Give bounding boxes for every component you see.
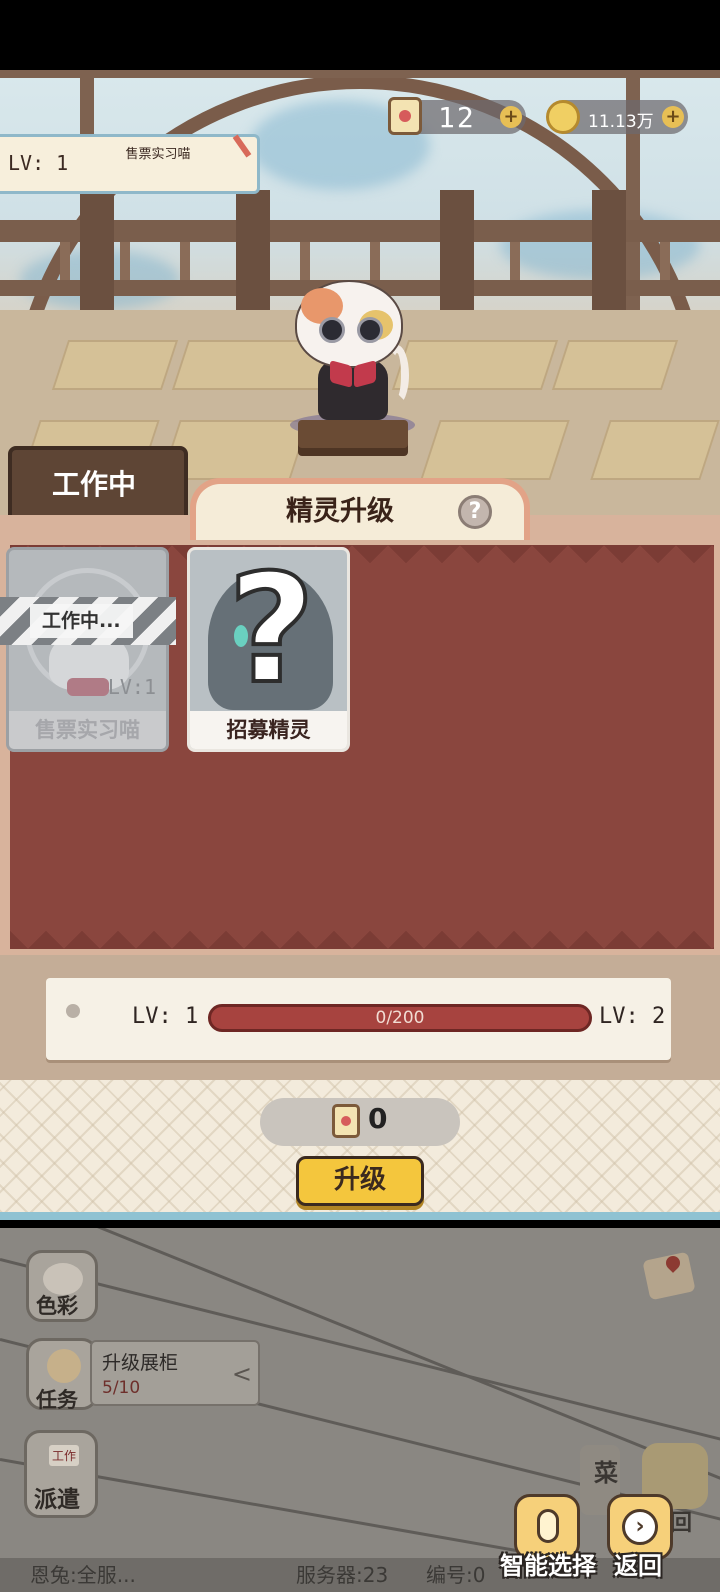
bow-tie [330,363,376,385]
exp-progress-bar: 0/200 [208,1004,592,1032]
chevron-left-icon[interactable]: < [232,1360,252,1388]
card-name: 售票实习喵 [9,711,166,749]
pedestal [298,420,408,448]
menu-label[interactable]: 菜 [594,1453,618,1488]
ticket-count: 12 [438,101,476,134]
add-tickets-button[interactable]: + [500,106,522,128]
task-title: 升级展柜 [102,1352,179,1374]
exp-progress-text: 0/200 [375,1008,425,1028]
working-status-label: 工作中... [30,604,133,638]
pointer-hand-icon [537,1509,559,1543]
level-progress-card: LV: 1 0/200 LV: 2 [46,978,671,1060]
recruit-spirit-card[interactable]: ? 招募精灵 [187,547,350,752]
working-status-ribbon: 工作中... [0,597,176,645]
upgrade-cost: 0 [260,1098,460,1146]
chat-preview[interactable]: 恩兔:全服... [30,1558,136,1592]
coin-count: 11.13万 [588,112,654,132]
task-bird-icon [47,1349,81,1383]
arrow-right-icon: › [622,1509,658,1545]
character-level: LV: 1 [8,151,69,175]
back-label-partial[interactable]: 回 [670,1505,692,1537]
card-level: LV:1 [107,675,156,699]
color-label: 色彩 [36,1294,78,1318]
question-mark-icon: ? [226,547,317,717]
status-bar [0,0,720,70]
spirit-card-cat[interactable]: LV:1 售票实习喵 [6,547,169,752]
ticket-counter: 12 + [388,97,526,135]
ticket-icon [332,1104,360,1138]
tab-working[interactable]: 工作中 [8,446,188,526]
tasks-label: 任务 [36,1388,78,1412]
upgrade-button[interactable]: 升级 [296,1156,424,1206]
current-level: LV: 1 [132,1004,199,1029]
ticket-icon [388,97,422,135]
server-info: 服务器:23 [296,1563,389,1587]
next-level: LV: 2 [599,1004,666,1029]
return-label: 返回 [614,1552,662,1580]
character-level-banner: LV: 1 售票实习喵 [0,134,260,194]
cost-value: 0 [368,1102,388,1135]
coin-counter: 11.13万 + [546,100,688,134]
task-card[interactable]: 升级展柜 5/10 < [90,1340,260,1406]
character-name: 售票实习喵 [125,147,191,162]
task-progress: 5/10 [102,1378,141,1398]
coin-icon [546,100,580,134]
dispatch-label: 派遣 [34,1487,80,1513]
add-coins-button[interactable]: + [662,106,684,128]
player-number: 编号:0 [426,1563,486,1587]
dispatch-badge: 工作 [49,1445,80,1466]
help-button[interactable]: ? [458,495,492,529]
cat-character[interactable] [290,275,430,475]
card-name: 招募精灵 [190,711,347,749]
smart-select-label: 智能选择 [500,1552,596,1580]
